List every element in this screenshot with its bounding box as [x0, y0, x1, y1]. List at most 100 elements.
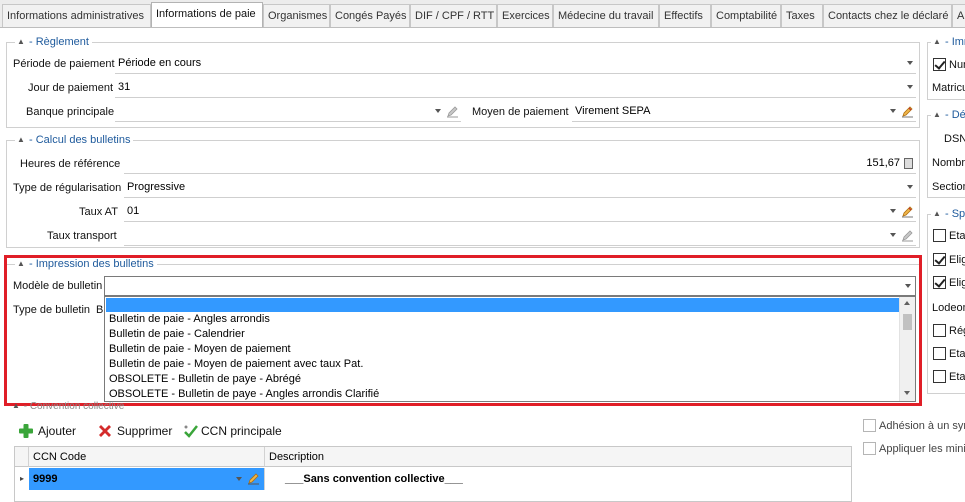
- column-header-ccn-code[interactable]: CCN Code: [29, 447, 265, 467]
- dropdown-option-selected[interactable]: [106, 298, 900, 312]
- group-right-1-title[interactable]: ▲ - Imm: [931, 35, 965, 49]
- dropdown-option[interactable]: Bulletin de paie - Moyen de paiement ave…: [109, 357, 363, 372]
- collapse-caret-icon[interactable]: ▲: [17, 35, 25, 49]
- type-regularisation-select[interactable]: Progressive: [124, 178, 916, 198]
- type-bulletin-value[interactable]: B: [96, 303, 103, 317]
- delete-button[interactable]: Supprimer: [97, 420, 177, 442]
- tab-effectifs[interactable]: Effectifs: [659, 4, 711, 27]
- eta-checkbox-2[interactable]: [933, 347, 946, 360]
- dropdown-option[interactable]: Bulletin de paie - Calendrier: [109, 327, 245, 342]
- ccn-code-cell: 9999: [33, 473, 58, 485]
- tab-medecine-du-travail[interactable]: Médecine du travail: [553, 4, 659, 27]
- dropdown-arrow-icon[interactable]: [907, 185, 913, 189]
- tab-informations-administratives[interactable]: Informations administratives: [2, 4, 151, 27]
- scroll-thumb[interactable]: [903, 314, 912, 330]
- lodeom-label: Lodeom: [932, 302, 965, 314]
- ccn-principale-button[interactable]: CCN principale: [183, 420, 283, 442]
- moyen-paiement-select[interactable]: Virement SEPA: [572, 102, 916, 122]
- label-taux-at: Taux AT: [79, 206, 118, 218]
- dropdown-arrow-icon[interactable]: [907, 85, 913, 89]
- heures-reference-input[interactable]: 151,67: [124, 154, 916, 174]
- label-heures-reference: Heures de référence: [20, 158, 121, 170]
- group-convention-title: ▲ - Convention collective: [12, 399, 125, 413]
- reg-checkbox[interactable]: [933, 324, 946, 337]
- tab-conges-payes[interactable]: Congés Payés: [330, 4, 410, 27]
- add-button[interactable]: Ajouter: [18, 420, 82, 442]
- eta-checkbox-3[interactable]: [933, 370, 946, 383]
- dropdown-arrow-icon[interactable]: [905, 284, 911, 288]
- group-right-3-title[interactable]: ▲ - Spé: [931, 207, 965, 221]
- group-calcul-title[interactable]: ▲ - Calcul des bulletins: [15, 133, 134, 147]
- collapse-caret-icon[interactable]: ▲: [17, 257, 25, 271]
- dropdown-arrow-icon[interactable]: [236, 477, 242, 481]
- eta-label-2: Eta: [949, 348, 965, 360]
- dsn-label: DSN: [944, 133, 965, 145]
- appliquer-checkbox[interactable]: [863, 442, 876, 455]
- dropdown-option[interactable]: Bulletin de paie - Angles arrondis: [109, 312, 270, 327]
- delete-x-icon: [99, 425, 111, 437]
- moyen-paiement-value: Virement SEPA: [575, 105, 651, 117]
- calculator-icon[interactable]: [904, 158, 913, 169]
- group-right-2-title[interactable]: ▲ - Déc: [931, 108, 965, 122]
- plus-icon: [19, 424, 33, 438]
- adhesion-checkbox[interactable]: [863, 419, 876, 432]
- dropdown-arrow-icon[interactable]: [435, 109, 441, 113]
- tab-bar: Informations administratives Information…: [0, 0, 965, 28]
- pencil-icon[interactable]: [247, 472, 260, 485]
- taux-transport-select[interactable]: [124, 226, 916, 246]
- taux-at-select[interactable]: 01: [124, 202, 916, 222]
- dropdown-option[interactable]: Bulletin de paie - Moyen de paiement: [109, 342, 291, 357]
- dropdown-arrow-icon[interactable]: [890, 233, 896, 237]
- taux-at-value: 01: [127, 205, 140, 217]
- periode-paiement-select[interactable]: Période en cours: [115, 54, 916, 74]
- column-header-description[interactable]: Description: [265, 447, 851, 467]
- collapse-caret-icon[interactable]: ▲: [933, 108, 941, 122]
- jour-paiement-select[interactable]: 31: [115, 78, 916, 98]
- collapse-caret-icon[interactable]: ▲: [12, 399, 20, 413]
- collapse-caret-icon[interactable]: ▲: [17, 133, 25, 147]
- pencil-icon[interactable]: [446, 105, 459, 118]
- row-pointer-icon: ▸: [20, 474, 25, 483]
- group-impression-title[interactable]: ▲ - Impression des bulletins: [15, 257, 157, 271]
- matricule-label: Matricu: [932, 82, 965, 94]
- dropdown-arrow-icon[interactable]: [907, 61, 913, 65]
- elig-checkbox-2[interactable]: [933, 276, 946, 289]
- tab-exercices[interactable]: Exercices: [497, 4, 553, 27]
- row-indicator[interactable]: ▸: [15, 468, 29, 490]
- collapse-caret-icon[interactable]: ▲: [933, 207, 941, 221]
- tab-dif-cpf-rtt[interactable]: DIF / CPF / RTT: [410, 4, 497, 27]
- eta-checkbox[interactable]: [933, 229, 946, 242]
- modele-bulletin-dropdown-list: Bulletin de paie - Angles arrondis Bulle…: [104, 296, 916, 402]
- dropdown-option[interactable]: OBSOLETE - Bulletin de paye - Angles arr…: [109, 387, 379, 401]
- reg-label: Rég: [949, 325, 965, 337]
- dropdown-arrow-icon[interactable]: [890, 209, 896, 213]
- tab-overflow[interactable]: A: [952, 4, 965, 27]
- periode-paiement-value: Période en cours: [118, 57, 202, 69]
- section-label: Section: [932, 181, 965, 193]
- elig-checkbox-1[interactable]: [933, 253, 946, 266]
- eta-label-3: Eta: [949, 371, 965, 383]
- tab-comptabilite[interactable]: Comptabilité: [711, 4, 781, 27]
- pencil-icon[interactable]: [901, 105, 914, 118]
- label-banque-principale: Banque principale: [26, 106, 115, 118]
- banque-principale-select[interactable]: [115, 102, 461, 122]
- scroll-down-icon[interactable]: [900, 386, 915, 400]
- tab-contacts-chez-le-declare[interactable]: Contacts chez le déclaré: [823, 4, 952, 27]
- group-reglement-title[interactable]: ▲ - Règlement: [15, 35, 92, 49]
- num-checkbox[interactable]: [933, 58, 946, 71]
- pencil-icon[interactable]: [901, 205, 914, 218]
- dropdown-arrow-icon[interactable]: [890, 109, 896, 113]
- tab-taxes[interactable]: Taxes: [781, 4, 823, 27]
- tab-organismes[interactable]: Organismes: [263, 4, 330, 27]
- dropdown-option[interactable]: OBSOLETE - Bulletin de paye - Abrégé: [109, 372, 301, 387]
- dropdown-scrollbar[interactable]: [899, 297, 915, 401]
- tab-informations-de-paie[interactable]: Informations de paie: [151, 2, 263, 27]
- pencil-icon[interactable]: [901, 229, 914, 242]
- label-modele-bulletin: Modèle de bulletin: [13, 280, 103, 292]
- label-type-bulletin: Type de bulletin: [13, 304, 91, 316]
- scroll-up-icon[interactable]: [900, 297, 915, 311]
- modele-bulletin-select[interactable]: [104, 276, 916, 296]
- table-row[interactable]: 9999: [29, 468, 265, 490]
- description-cell[interactable]: ___Sans convention collective___: [265, 468, 851, 490]
- collapse-caret-icon[interactable]: ▲: [933, 35, 941, 49]
